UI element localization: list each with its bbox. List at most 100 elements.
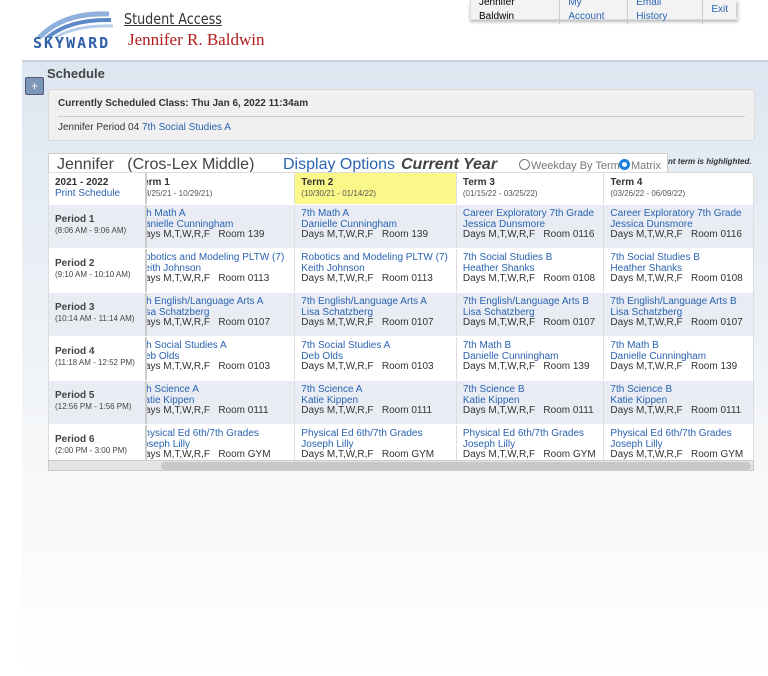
- course-link[interactable]: Robotics and Modeling PLTW (7): [301, 252, 448, 263]
- class-room: Room 0107: [543, 317, 596, 328]
- page-title: Schedule: [47, 66, 105, 81]
- term-dates: (01/15/22 - 03/25/22): [462, 188, 538, 198]
- class-days: Days M,T,W,R,F: [147, 229, 210, 240]
- table-row: Period 5(12:56 PM - 1:56 PM)7th Science …: [49, 381, 753, 425]
- course-link[interactable]: 7th English/Language Arts B: [463, 296, 589, 307]
- term-dates: (10/30/21 - 01/14/22): [301, 188, 377, 198]
- teacher-link[interactable]: Lisa Schatzberg: [301, 307, 373, 318]
- class-room: Room GYM: [381, 449, 435, 460]
- course-link[interactable]: 7th Science A: [147, 384, 199, 395]
- teacher-link[interactable]: Deb Olds: [147, 351, 180, 362]
- course-link[interactable]: 7th Science A: [301, 384, 362, 395]
- teacher-link[interactable]: Danielle Cunningham: [301, 219, 397, 230]
- grid-header: 2021 - 2022Print Schedule Term 1(08/25/2…: [49, 173, 753, 205]
- exit-link[interactable]: Exit: [703, 2, 737, 17]
- class-cell: Career Exploratory 7th Grade Jessica Duns…: [604, 205, 753, 248]
- class-days: Days M,T,W,R,F: [147, 361, 210, 372]
- current-class-line: Jennifer Period 04 7th Social Studies A: [58, 122, 231, 133]
- term-name: Term 3: [462, 177, 495, 188]
- class-room: Room GYM: [218, 449, 271, 460]
- term-name: Term 4: [610, 177, 643, 188]
- class-days: Days M,T,W,R,F: [301, 361, 374, 372]
- course-link[interactable]: 7th Science B: [610, 384, 672, 395]
- matrix-radio[interactable]: Matrix: [619, 159, 661, 172]
- horizontal-scrollbar[interactable]: [48, 460, 754, 471]
- teacher-link[interactable]: Deb Olds: [301, 351, 343, 362]
- table-row: Period 2 (9:10 AM - 10:10 AM) Robotics and…: [49, 249, 753, 293]
- scrollbar-thumb[interactable]: [161, 462, 751, 470]
- my-account-link[interactable]: My Account: [560, 0, 629, 24]
- class-days: Days M,T,W,R,F: [462, 317, 536, 328]
- teacher-link[interactable]: Lisa Schatzberg: [463, 307, 535, 318]
- teacher-link[interactable]: Katie Kippen: [301, 395, 358, 406]
- teacher-link[interactable]: Katie Kippen: [463, 395, 520, 406]
- period-time: (8:06 AM - 9:06 AM): [55, 225, 127, 235]
- teacher-link[interactable]: Heather Shanks: [463, 263, 535, 274]
- period-cell: Period 2 (9:10 AM - 10:10 AM): [49, 249, 147, 292]
- print-schedule-link[interactable]: Print Schedule: [55, 188, 120, 199]
- teacher-link[interactable]: Heather Shanks: [610, 263, 682, 274]
- period-time: (12:56 PM - 1:56 PM): [55, 401, 132, 411]
- email-history-link[interactable]: Email History: [628, 0, 704, 24]
- teacher-link[interactable]: Joseph Lilly: [610, 439, 662, 450]
- class-room: Room 0111: [381, 405, 433, 416]
- period-name: Period 1: [55, 214, 95, 225]
- course-link[interactable]: 7th English/Language Arts A: [147, 296, 264, 307]
- course-link[interactable]: Career Exploratory 7th Grade: [463, 208, 594, 219]
- class-cell: 7th Social Studies ADeb OldsDays M,T,W,R…: [295, 337, 457, 380]
- course-link[interactable]: 7th Social Studies A: [147, 340, 227, 351]
- course-link[interactable]: 7th Math A: [147, 208, 186, 219]
- course-link[interactable]: 7th Math B: [610, 340, 658, 351]
- class-days: Days M,T,W,R,F: [301, 273, 374, 284]
- class-days: Days M,T,W,R,F: [610, 229, 683, 240]
- course-link[interactable]: Physical Ed 6th/7th Grades: [463, 428, 584, 439]
- teacher-link[interactable]: Lisa Schatzberg: [610, 307, 682, 318]
- class-room: Room 0108: [691, 273, 743, 284]
- course-link[interactable]: 7th Social Studies A: [301, 340, 390, 351]
- current-class-link[interactable]: 7th Social Studies A: [142, 122, 231, 133]
- teacher-link[interactable]: Jessica Dunsmore: [463, 219, 545, 230]
- teacher-link[interactable]: Danielle Cunningham: [610, 351, 706, 362]
- teacher-link[interactable]: Jessica Dunsmore: [610, 219, 692, 230]
- course-link[interactable]: 7th Science B: [463, 384, 525, 395]
- class-days: Days M,T,W,R,F: [301, 405, 374, 416]
- expand-icon[interactable]: +: [25, 77, 44, 95]
- class-cell: Robotics and Modeling PLTW (7)Keith John…: [147, 249, 296, 292]
- teacher-link[interactable]: Katie Kippen: [147, 395, 195, 406]
- course-link[interactable]: 7th Social Studies B: [610, 252, 700, 263]
- course-link[interactable]: 7th Social Studies B: [463, 252, 553, 263]
- class-room: Room 0116: [543, 229, 595, 240]
- course-link[interactable]: 7th English/Language Arts A: [301, 296, 427, 307]
- teacher-link[interactable]: Keith Johnson: [301, 263, 364, 274]
- course-link[interactable]: 7th English/Language Arts B: [610, 296, 736, 307]
- course-link[interactable]: 7th Math B: [463, 340, 511, 351]
- teacher-link[interactable]: Katie Kippen: [610, 395, 667, 406]
- weekday-by-term-radio[interactable]: Weekday By Term: [519, 159, 620, 172]
- class-cell: 7th Science B Katie Kippen Days M,T,W,R,F …: [457, 381, 605, 424]
- current-class-label: Currently Scheduled Class: Thu Jan 6, 20…: [58, 98, 309, 109]
- course-link[interactable]: Robotics and Modeling PLTW (7): [147, 252, 285, 263]
- course-link[interactable]: Physical Ed 6th/7th Grades: [301, 428, 422, 439]
- table-row: Period 1(8:06 AM - 9:06 AM)7th Math ADan…: [49, 205, 753, 249]
- class-days: Days M,T,W,R,F: [462, 449, 536, 460]
- teacher-link[interactable]: Joseph Lilly: [463, 439, 515, 450]
- course-link[interactable]: Physical Ed 6th/7th Grades: [147, 428, 259, 439]
- class-days: Days M,T,W,R,F: [462, 361, 536, 372]
- teacher-link[interactable]: Keith Johnson: [147, 263, 201, 274]
- course-link[interactable]: Physical Ed 6th/7th Grades: [610, 428, 731, 439]
- course-link[interactable]: Career Exploratory 7th Grade: [610, 208, 741, 219]
- teacher-link[interactable]: Danielle Cunningham: [147, 219, 234, 230]
- class-room: Room GYM: [543, 449, 596, 460]
- class-days: Days M,T,W,R,F: [610, 449, 683, 460]
- teacher-link[interactable]: Joseph Lilly: [301, 439, 353, 450]
- course-link[interactable]: 7th Math A: [301, 208, 349, 219]
- term-header: Term 1(08/25/21 - 10/29/21): [147, 173, 296, 204]
- term-header: Term 3 (01/15/22 - 03/25/22): [457, 173, 605, 204]
- class-cell: 7th Math ADanielle CunninghamDays M,T,W,…: [295, 205, 457, 248]
- app-title: Student Access: [124, 10, 222, 28]
- class-room: Room 0111: [218, 405, 269, 416]
- teacher-link[interactable]: Danielle Cunningham: [463, 351, 559, 362]
- class-cell: 7th English/Language Arts ALisa Schatzbe…: [295, 293, 457, 336]
- teacher-link[interactable]: Lisa Schatzberg: [147, 307, 210, 318]
- teacher-link[interactable]: Joseph Lilly: [147, 439, 190, 450]
